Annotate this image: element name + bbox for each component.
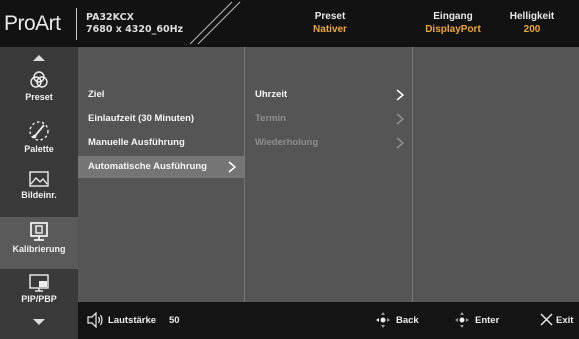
preset-label: Preset <box>314 11 346 22</box>
calibration-icon <box>30 222 48 241</box>
menu-item-automatische-ausfuehrung[interactable]: Automatische Ausführung <box>78 156 244 178</box>
sidebar-item-label: Kalibrierung <box>12 244 66 254</box>
close-icon[interactable] <box>540 313 553 326</box>
menu-item-label: Manuelle Ausführung <box>88 137 185 148</box>
header-decor-lines <box>189 1 241 45</box>
input-value: DisplayPort <box>425 24 481 35</box>
enter-label: Enter <box>475 315 500 326</box>
volume-icon <box>87 312 103 328</box>
menu-item-label: Einlaufzeit (30 Minuten) <box>88 113 195 124</box>
header-preset: Preset Nativer <box>298 10 362 36</box>
menu-item-ziel[interactable]: Ziel <box>78 84 244 106</box>
header-input: Eingang DisplayPort <box>408 10 498 36</box>
joystick-back-icon[interactable] <box>374 310 392 330</box>
submenu-item-uhrzeit[interactable]: Uhrzeit <box>245 84 412 106</box>
joystick-enter-icon[interactable] <box>453 310 471 330</box>
pip-icon <box>29 274 49 292</box>
model-name: PA32KCX <box>86 12 134 23</box>
palette-icon <box>29 121 49 141</box>
image-icon <box>29 171 49 187</box>
scroll-down-icon[interactable] <box>33 319 45 325</box>
sidebar-item-pip-pbp[interactable]: PIP/PBP <box>0 273 78 321</box>
menu-level3-panel <box>412 47 579 302</box>
menu-level1-panel: Ziel Einlaufzeit (30 Minuten) Manuelle A… <box>78 47 244 302</box>
back-label: Back <box>396 315 419 326</box>
submenu-item-label: Uhrzeit <box>255 89 288 100</box>
brand-logo: ProArt <box>4 12 61 35</box>
chevron-right-icon <box>396 113 404 125</box>
chevron-right-icon <box>396 89 404 101</box>
brightness-label: Helligkeit <box>509 11 555 22</box>
exit-label: Exit <box>556 315 574 326</box>
volume-label: Lautstärke <box>108 315 157 326</box>
submenu-item-termin: Termin <box>245 108 412 130</box>
footer-bar: Lautstärke 50 Back Enter Exit <box>78 302 579 339</box>
input-label: Eingang <box>433 11 473 22</box>
header-brightness: Helligkeit 200 <box>502 10 562 36</box>
sidebar-item-preset[interactable]: Preset <box>0 69 78 117</box>
menu-item-label: Ziel <box>88 89 105 100</box>
sidebar-item-bildeinr[interactable]: Bildeinr. <box>0 169 78 217</box>
preset-value: Nativer <box>313 24 347 35</box>
model-info: PA32KCX 7680 x 4320_60Hz <box>86 12 183 36</box>
menu-item-einlaufzeit[interactable]: Einlaufzeit (30 Minuten) <box>78 108 244 130</box>
chevron-right-icon <box>396 137 404 149</box>
brightness-value: 200 <box>523 24 541 35</box>
submenu-item-label: Termin <box>255 113 286 124</box>
submenu-item-wiederholung: Wiederholung <box>245 132 412 154</box>
sidebar-item-label: Bildeinr. <box>21 190 57 200</box>
sidebar: Preset Palette Bildeinr. Kalibrierung PI… <box>0 47 78 339</box>
sidebar-item-label: Preset <box>25 92 53 102</box>
menu-level2-panel: Uhrzeit Termin Wiederholung <box>244 47 412 302</box>
sidebar-item-label: PIP/PBP <box>21 294 57 304</box>
sidebar-item-label: Palette <box>24 144 54 154</box>
menu-item-manuelle-ausfuehrung[interactable]: Manuelle Ausführung <box>78 132 244 154</box>
volume-value: 50 <box>169 315 180 326</box>
header-bar: ProArt PA32KCX 7680 x 4320_60Hz Preset N… <box>0 0 579 47</box>
resolution-text: 7680 x 4320_60Hz <box>86 24 184 35</box>
chevron-right-icon <box>228 161 236 173</box>
osd-screen: ProArt PA32KCX 7680 x 4320_60Hz Preset N… <box>0 0 579 339</box>
scroll-up-icon[interactable] <box>33 55 45 61</box>
menu-item-label: Automatische Ausführung <box>88 161 207 172</box>
sidebar-item-kalibrierung[interactable]: Kalibrierung <box>0 217 78 269</box>
logo-divider <box>76 8 77 40</box>
submenu-item-label: Wiederholung <box>255 137 319 148</box>
preset-icon <box>30 71 48 88</box>
sidebar-item-palette[interactable]: Palette <box>0 119 78 167</box>
